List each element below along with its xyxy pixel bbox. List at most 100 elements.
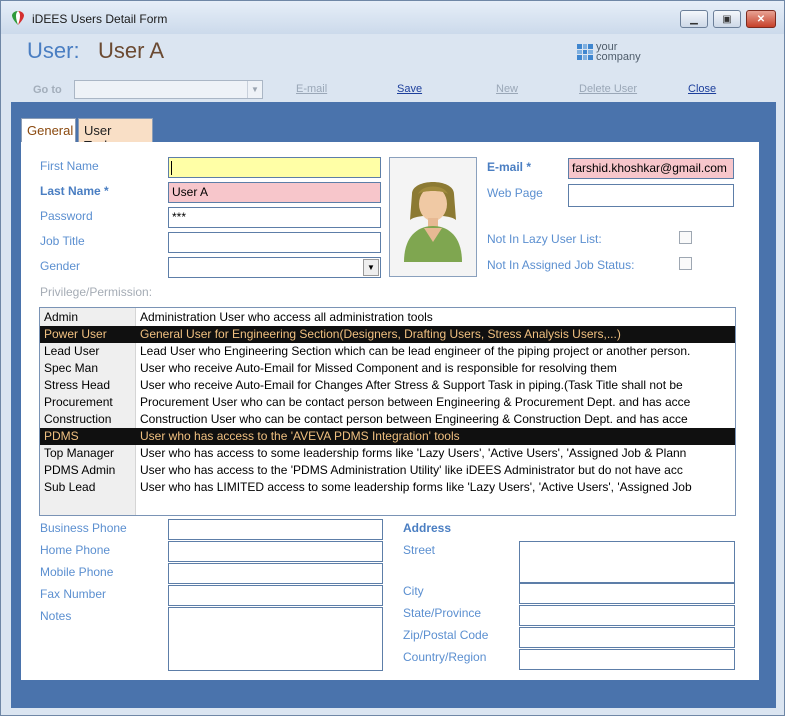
privilege-role: Top Manager [44, 446, 115, 460]
close-window-button[interactable]: ✕ [746, 10, 776, 28]
privilege-label: Privilege/Permission: [40, 285, 153, 299]
save-button[interactable]: Save [397, 83, 422, 95]
new-button[interactable]: New [496, 83, 518, 95]
gender-select[interactable]: ▼ [168, 257, 381, 278]
state-label: State/Province [403, 606, 482, 620]
country-field[interactable] [519, 649, 735, 670]
web-page-field[interactable] [568, 184, 734, 207]
street-field[interactable] [519, 541, 735, 583]
gender-label: Gender [40, 259, 81, 273]
user-portrait-icon[interactable] [389, 157, 477, 277]
notes-label: Notes [40, 609, 72, 623]
restore-icon: ▣ [722, 13, 732, 25]
privilege-role: Procurement [44, 395, 113, 409]
business-phone-field[interactable] [168, 519, 383, 540]
city-field[interactable] [519, 583, 735, 604]
chevron-down-icon[interactable]: ▼ [363, 259, 379, 276]
goto-label: Go to [33, 84, 62, 96]
privilege-role: Lead User [44, 344, 100, 358]
privilege-description: Administration User who access all admin… [140, 310, 433, 324]
job-title-label: Job Title [40, 234, 85, 248]
job-title-field[interactable] [168, 232, 381, 253]
privilege-row[interactable]: Construction Construction User who can be… [40, 411, 735, 428]
lazy-user-checkbox[interactable] [679, 231, 692, 244]
web-page-label: Web Page [487, 186, 543, 200]
delete-user-button[interactable]: Delete User [579, 83, 637, 95]
privilege-role: Stress Head [44, 378, 111, 392]
privilege-row[interactable]: PDMS User who has access to the 'AVEVA PD… [40, 428, 735, 445]
first-name-field[interactable] [168, 157, 381, 178]
privilege-description: User who has access to some leadership f… [140, 446, 687, 460]
privilege-row[interactable]: Spec Man User who receive Auto-Email for … [40, 360, 735, 377]
privilege-role: Sub Lead [44, 480, 96, 494]
privilege-role: Spec Man [44, 361, 99, 375]
main-area: General User Tasks First Name Last Name … [11, 102, 776, 708]
privilege-description: User who receive Auto-Email for Changes … [140, 378, 683, 392]
privilege-description: User who receive Auto-Email for Missed C… [140, 361, 617, 375]
privilege-description: Procurement User who can be contact pers… [140, 395, 691, 409]
country-label: Country/Region [403, 650, 487, 664]
lazy-user-label: Not In Lazy User List: [487, 232, 602, 246]
last-name-field[interactable]: User A [168, 182, 381, 203]
privilege-role: Power User [44, 327, 107, 341]
privilege-description: User who has access to the 'PDMS Adminis… [140, 463, 683, 477]
privilege-row[interactable]: Procurement Procurement User who can be c… [40, 394, 735, 411]
fax-field[interactable] [168, 585, 383, 606]
home-phone-field[interactable] [168, 541, 383, 562]
goto-select[interactable]: ▼ [74, 80, 263, 99]
privilege-row[interactable]: PDMS Admin User who has access to the 'PD… [40, 462, 735, 479]
privilege-row[interactable]: Sub Lead User who has LIMITED access to s… [40, 479, 735, 496]
email-label: E-mail * [487, 160, 532, 174]
tab-user-tasks[interactable]: User Tasks [78, 118, 153, 153]
business-phone-label: Business Phone [40, 521, 127, 535]
privilege-row[interactable]: Power User General User for Engineering S… [40, 326, 735, 343]
title-bar[interactable]: iDEES Users Detail Form ▁ ▣ ✕ [1, 1, 784, 34]
mobile-phone-label: Mobile Phone [40, 565, 114, 579]
close-icon: ✕ [756, 13, 766, 25]
minimize-icon: ▁ [690, 13, 698, 25]
logo-text: your company [596, 41, 641, 63]
fax-label: Fax Number [40, 587, 107, 601]
email-field[interactable]: farshid.khoshkar@gmail.com [568, 158, 734, 179]
zip-field[interactable] [519, 627, 735, 648]
portrait-graphic [404, 182, 462, 262]
privilege-row[interactable]: Admin Administration User who access all … [40, 309, 735, 326]
privilege-row[interactable]: Stress Head User who receive Auto-Email f… [40, 377, 735, 394]
restore-button[interactable]: ▣ [713, 10, 741, 28]
window-title: iDEES Users Detail Form [32, 12, 168, 26]
minimize-button[interactable]: ▁ [680, 10, 708, 28]
chevron-down-icon[interactable]: ▼ [247, 81, 262, 98]
assigned-job-label: Not In Assigned Job Status: [487, 258, 635, 272]
notes-field[interactable] [168, 607, 383, 671]
user-label: User: [27, 38, 80, 63]
password-label: Password [40, 209, 93, 223]
privilege-row[interactable]: Top Manager User who has access to some l… [40, 445, 735, 462]
privilege-description: User who has access to the 'AVEVA PDMS I… [140, 429, 460, 443]
users-detail-window: iDEES Users Detail Form ▁ ▣ ✕ User: User… [0, 0, 785, 716]
privilege-description: Lead User who Engineering Section which … [140, 344, 691, 358]
logo-mark [577, 44, 593, 60]
privilege-row[interactable]: Lead User Lead User who Engineering Secti… [40, 343, 735, 360]
privilege-description: User who has LIMITED access to some lead… [140, 480, 692, 494]
italy-flag-icon [12, 10, 24, 25]
city-label: City [403, 584, 424, 598]
close-button[interactable]: Close [688, 83, 716, 95]
password-field[interactable]: *** [168, 207, 381, 228]
address-heading: Address [403, 521, 452, 535]
privilege-role: PDMS [44, 429, 79, 443]
zip-label: Zip/Postal Code [403, 628, 489, 642]
tab-general[interactable]: General [21, 118, 76, 143]
company-logo-icon: your company [577, 41, 641, 63]
street-label: Street [403, 543, 436, 557]
privilege-list[interactable]: Admin Administration User who access all … [39, 307, 736, 516]
user-name-title: User A [98, 38, 165, 63]
form-header: User: User A your company Go to ▼ E-mail… [11, 34, 776, 102]
last-name-label: Last Name * [40, 184, 109, 198]
email-button[interactable]: E-mail [296, 83, 327, 95]
privilege-role: Admin [44, 310, 79, 324]
state-field[interactable] [519, 605, 735, 626]
mobile-phone-field[interactable] [168, 563, 383, 584]
general-panel: First Name Last Name * User A Password *… [21, 142, 759, 680]
assigned-job-checkbox[interactable] [679, 257, 692, 270]
home-phone-label: Home Phone [40, 543, 111, 557]
